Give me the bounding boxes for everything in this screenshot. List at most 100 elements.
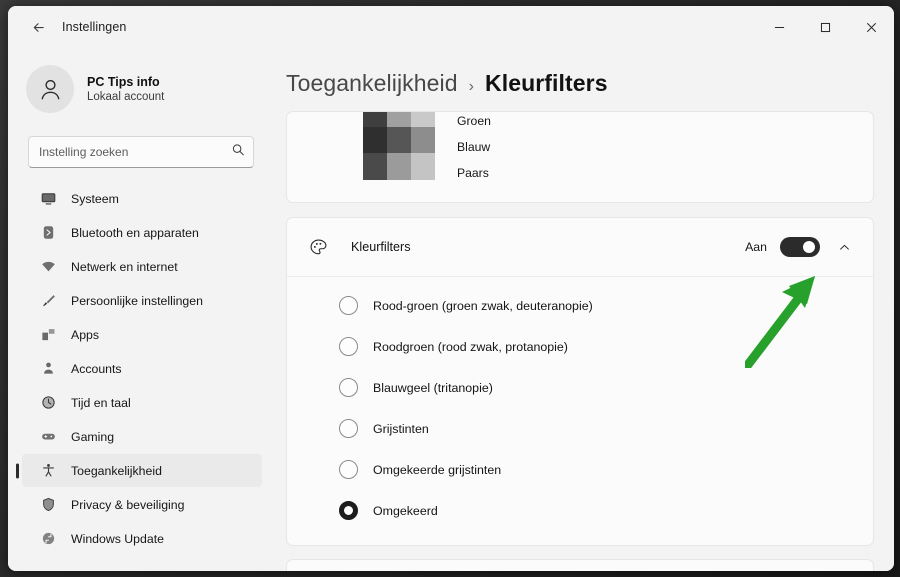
keyboard-shortcut-card[interactable]: Sneltoets voor kleurfilters	[286, 559, 874, 571]
apps-icon	[38, 327, 58, 342]
sidebar-item-label: Persoonlijke instellingen	[71, 293, 203, 308]
color-filters-header[interactable]: Kleurfilters Aan	[287, 218, 873, 277]
breadcrumb-parent[interactable]: Toegankelijkheid	[286, 70, 458, 97]
person-avatar-icon	[41, 79, 59, 99]
swatch-cell	[411, 112, 435, 127]
swatch-cell	[387, 153, 411, 180]
radio-label: Roodgroen (rood zwak, protanopie)	[373, 339, 568, 354]
swatch-cell	[387, 112, 411, 127]
radio-label: Rood-groen (groen zwak, deuteranopie)	[373, 298, 593, 313]
sidebar-item-apps[interactable]: Apps	[22, 318, 262, 351]
color-filters-toggle[interactable]	[780, 237, 820, 257]
swatch-cell	[363, 153, 387, 180]
back-button[interactable]	[22, 12, 54, 42]
sidebar-item-systeem[interactable]: Systeem	[22, 182, 262, 215]
swatch-cell	[363, 112, 387, 127]
settings-window: Instellingen PC Tips info Lokaal account…	[8, 6, 894, 571]
window-controls	[756, 6, 894, 48]
close-button[interactable]	[848, 6, 894, 48]
sidebar-item-persoonlijke-instellingen[interactable]: Persoonlijke instellingen	[22, 284, 262, 317]
swatch-label: Paars	[457, 166, 489, 180]
swatch-labels: Groen Blauw Paars	[457, 112, 491, 186]
radio-indicator	[339, 378, 358, 397]
account-type: Lokaal account	[87, 90, 165, 103]
color-swatch-grid	[363, 112, 435, 180]
swatch-cell	[411, 153, 435, 180]
avatar	[26, 65, 74, 113]
radio-indicator-selected	[339, 501, 358, 520]
sidebar-item-toegankelijkheid[interactable]: Toegankelijkheid	[22, 454, 262, 487]
radio-option-blauwgeel-tritanopie[interactable]: Blauwgeel (tritanopie)	[287, 367, 873, 408]
account-text: PC Tips info Lokaal account	[87, 74, 164, 105]
shield-icon	[38, 497, 58, 512]
radio-label: Omgekeerde grijstinten	[373, 462, 502, 477]
radio-label: Grijstinten	[373, 421, 429, 436]
radio-option-omgekeerd[interactable]: Omgekeerd	[287, 490, 873, 531]
color-filters-card: Kleurfilters Aan Rood-groen (groen zwak,…	[286, 217, 874, 546]
radio-option-roodgroen-protanopie[interactable]: Roodgroen (rood zwak, protanopie)	[287, 326, 873, 367]
swatch-label: Groen	[457, 114, 491, 128]
radio-option-grijstinten[interactable]: Grijstinten	[287, 408, 873, 449]
toggle-state-label: Aan	[745, 240, 767, 254]
back-arrow-icon	[33, 22, 44, 32]
sidebar-item-label: Tijd en taal	[71, 395, 131, 410]
swatch-label: Blauw	[457, 140, 491, 154]
account-summary[interactable]: PC Tips info Lokaal account	[26, 60, 272, 118]
radio-label: Omgekeerd	[373, 503, 438, 518]
minimize-icon	[774, 26, 784, 28]
radio-label: Blauwgeel (tritanopie)	[373, 380, 493, 395]
sidebar-item-label: Apps	[71, 327, 100, 342]
breadcrumb: Toegankelijkheid › Kleurfilters	[286, 48, 894, 97]
sidebar-item-tijd-en-taal[interactable]: Tijd en taal	[22, 386, 262, 419]
sidebar-item-label: Toegankelijkheid	[71, 463, 162, 478]
sidebar-item-netwerk-en-internet[interactable]: Netwerk en internet	[22, 250, 262, 283]
radio-option-omgekeerde-grijstinten[interactable]: Omgekeerde grijstinten	[287, 449, 873, 490]
brush-icon	[38, 293, 58, 308]
color-filters-title: Kleurfilters	[351, 240, 411, 254]
expander-button[interactable]	[829, 232, 859, 262]
swatch-cell	[387, 126, 411, 154]
sidebar-item-label: Gaming	[71, 429, 115, 444]
clock-icon	[38, 395, 58, 410]
monitor-icon	[38, 191, 58, 206]
sidebar-item-bluetooth-en-apparaten[interactable]: Bluetooth en apparaten	[22, 216, 262, 249]
radio-indicator	[339, 419, 358, 438]
color-filter-options: Rood-groen (groen zwak, deuteranopie) Ro…	[287, 277, 873, 545]
sidebar-item-label: Windows Update	[71, 531, 164, 546]
bluetooth-icon	[38, 225, 58, 240]
close-icon	[866, 22, 876, 32]
title-bar: Instellingen	[8, 6, 894, 48]
app-title: Instellingen	[62, 20, 127, 34]
sidebar-item-label: Netwerk en internet	[71, 259, 178, 274]
gamepad-icon	[38, 429, 58, 444]
update-icon	[38, 531, 58, 546]
palette-icon	[303, 238, 333, 257]
sidebar-item-accounts[interactable]: Accounts	[22, 352, 262, 385]
sidebar-item-label: Accounts	[71, 361, 122, 376]
radio-indicator	[339, 296, 358, 315]
main-content: Toegankelijkheid › Kleurfilters Groen Bl…	[272, 48, 894, 571]
chevron-up-icon	[839, 244, 849, 250]
maximize-icon	[820, 22, 830, 32]
swatch-cell	[411, 126, 435, 154]
radio-indicator	[339, 337, 358, 356]
sidebar-item-label: Systeem	[71, 191, 119, 206]
page-title: Kleurfilters	[485, 70, 608, 96]
wifi-icon	[38, 259, 58, 274]
account-name: PC Tips info	[87, 74, 160, 89]
radio-option-rood-groen-deuteranopie[interactable]: Rood-groen (groen zwak, deuteranopie)	[287, 285, 873, 326]
breadcrumb-separator: ›	[468, 78, 474, 95]
minimize-button[interactable]	[756, 6, 802, 48]
sidebar-item-privacy-beveiliging[interactable]: Privacy & beveiliging	[22, 488, 262, 521]
toggle-knob	[803, 241, 815, 253]
sidebar-nav: Systeem Bluetooth en apparaten Netwerk e…	[8, 182, 272, 555]
maximize-button[interactable]	[802, 6, 848, 48]
sidebar-item-gaming[interactable]: Gaming	[22, 420, 262, 453]
account-icon	[38, 361, 58, 376]
search-input[interactable]	[28, 136, 254, 168]
settings-cards: Groen Blauw Paars Kleurfilters Aan Rood-…	[286, 111, 874, 571]
radio-indicator	[339, 460, 358, 479]
desktop-background: Instellingen PC Tips info Lokaal account…	[0, 0, 900, 577]
search-container	[28, 136, 254, 168]
sidebar-item-windows-update[interactable]: Windows Update	[22, 522, 262, 555]
